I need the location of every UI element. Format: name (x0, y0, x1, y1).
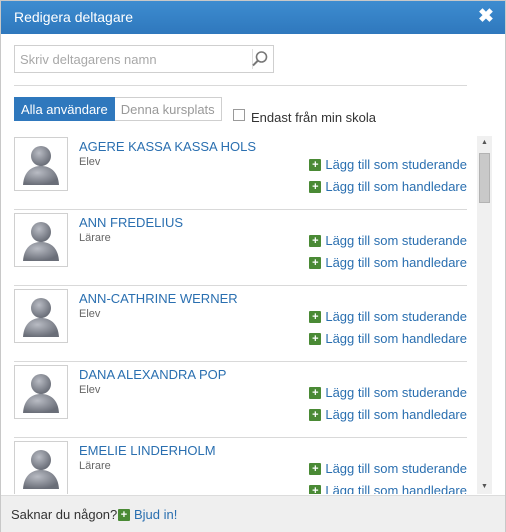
user-silhouette-icon (23, 374, 59, 413)
user-silhouette-icon (23, 298, 59, 337)
tab-all-users[interactable]: Alla användare (14, 97, 115, 121)
add-as-student-button[interactable]: + Lägg till som studerande (309, 157, 467, 172)
add-as-student-button[interactable]: + Lägg till som studerande (309, 461, 467, 476)
add-as-student-label: Lägg till som studerande (325, 309, 467, 324)
plus-icon: + (309, 158, 322, 171)
own-school-checkbox[interactable] (233, 109, 245, 121)
user-silhouette-icon (23, 146, 59, 185)
avatar (14, 365, 68, 419)
plus-icon: + (309, 180, 322, 193)
search-icon[interactable] (251, 50, 269, 68)
plus-icon: + (309, 484, 322, 494)
add-as-student-button[interactable]: + Lägg till som studerande (309, 309, 467, 324)
tab-this-course[interactable]: Denna kursplats (114, 97, 222, 121)
participant-name[interactable]: AGERE KASSA KASSA HOLS (79, 139, 256, 154)
invite-button[interactable]: + Bjud in! (118, 507, 177, 522)
add-as-student-label: Lägg till som studerande (325, 461, 467, 476)
participant-role: Lärare (79, 232, 111, 244)
add-as-student-label: Lägg till som studerande (325, 157, 467, 172)
invite-label: Bjud in! (134, 507, 178, 522)
scroll-thumb[interactable] (479, 153, 490, 203)
participant-role: Lärare (79, 460, 111, 472)
list-item: ANN-CATHRINE WERNER Elev + Lägg till som … (14, 286, 467, 362)
missing-someone-text: Saknar du någon? (11, 507, 118, 522)
participant-name[interactable]: ANN-CATHRINE WERNER (79, 291, 238, 306)
plus-icon: + (309, 332, 322, 345)
participant-role: Elev (79, 308, 101, 320)
add-as-student-button[interactable]: + Lägg till som studerande (309, 233, 467, 248)
avatar (14, 137, 68, 191)
edit-participants-dialog: Redigera deltagare ✖ Alla användare Denn… (0, 0, 506, 532)
avatar (14, 213, 68, 267)
search-box (14, 45, 274, 73)
dialog-footer: Saknar du någon? + Bjud in! (1, 495, 505, 532)
plus-icon: + (309, 310, 322, 323)
add-as-supervisor-button[interactable]: + Lägg till som handledare (309, 407, 467, 422)
participant-list: AGERE KASSA KASSA HOLS Elev + Lägg till s… (14, 134, 477, 494)
avatar (14, 441, 68, 494)
scroll-down-arrow-icon[interactable]: ▼ (477, 480, 492, 494)
own-school-checkbox-label: Endast från min skola (251, 110, 377, 125)
add-as-supervisor-label: Lägg till som handledare (325, 483, 467, 494)
plus-icon: + (309, 386, 322, 399)
add-as-supervisor-button[interactable]: + Lägg till som handledare (309, 331, 467, 346)
add-as-student-label: Lägg till som studerande (325, 233, 467, 248)
add-as-supervisor-button[interactable]: + Lägg till som handledare (309, 179, 467, 194)
dialog-titlebar: Redigera deltagare ✖ (1, 1, 505, 34)
dialog-title: Redigera deltagare (14, 9, 134, 25)
scroll-up-arrow-icon[interactable]: ▲ (477, 136, 492, 150)
close-icon[interactable]: ✖ (476, 6, 496, 28)
list-item: EMELIE LINDERHOLM Lärare + Lägg till som … (14, 438, 467, 494)
participant-name[interactable]: ANN FREDELIUS (79, 215, 183, 230)
search-input[interactable] (15, 46, 252, 72)
plus-icon: + (118, 508, 130, 521)
participant-role: Elev (79, 156, 101, 168)
participant-name[interactable]: DANA ALEXANDRA POP (79, 367, 226, 382)
add-as-supervisor-label: Lägg till som handledare (325, 255, 467, 270)
plus-icon: + (309, 256, 322, 269)
avatar (14, 289, 68, 343)
add-as-supervisor-label: Lägg till som handledare (325, 179, 467, 194)
add-as-student-button[interactable]: + Lägg till som studerande (309, 385, 467, 400)
user-silhouette-icon (23, 222, 59, 261)
add-as-student-label: Lägg till som studerande (325, 385, 467, 400)
plus-icon: + (309, 462, 322, 475)
divider (14, 85, 467, 86)
list-item: ANN FREDELIUS Lärare + Lägg till som stud… (14, 210, 467, 286)
add-as-supervisor-label: Lägg till som handledare (325, 331, 467, 346)
user-silhouette-icon (23, 450, 59, 489)
list-item: DANA ALEXANDRA POP Elev + Lägg till som s… (14, 362, 467, 438)
list-item: AGERE KASSA KASSA HOLS Elev + Lägg till s… (14, 134, 467, 210)
plus-icon: + (309, 234, 322, 247)
tab-bar: Alla användare Denna kursplats (14, 97, 222, 121)
add-as-supervisor-label: Lägg till som handledare (325, 407, 467, 422)
add-as-supervisor-button[interactable]: + Lägg till som handledare (309, 255, 467, 270)
plus-icon: + (309, 408, 322, 421)
participant-role: Elev (79, 384, 101, 396)
list-scrollbar[interactable]: ▲ ▼ (477, 136, 492, 494)
participant-name[interactable]: EMELIE LINDERHOLM (79, 443, 216, 458)
add-as-supervisor-button[interactable]: + Lägg till som handledare (309, 483, 467, 494)
